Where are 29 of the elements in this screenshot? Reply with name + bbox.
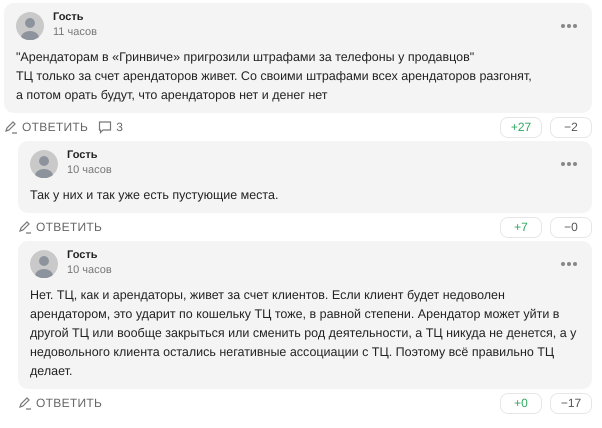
- replies-count[interactable]: 3: [98, 120, 123, 134]
- upvote-button[interactable]: +0: [500, 392, 542, 414]
- avatar-icon: [30, 250, 58, 278]
- author-name: Гость: [67, 249, 99, 261]
- comment-time: 10 часов: [67, 264, 113, 276]
- more-icon[interactable]: [560, 23, 578, 29]
- comment-text: Так у них и так уже есть пустующие места.: [30, 187, 280, 204]
- author-name: Гость: [53, 11, 85, 23]
- reply-button[interactable]: ОТВЕТИТЬ: [4, 120, 88, 134]
- upvote-button[interactable]: +27: [500, 116, 542, 138]
- avatar-icon: [30, 150, 58, 178]
- upvote-button[interactable]: +7: [500, 216, 542, 238]
- downvote-button[interactable]: −17: [550, 392, 592, 414]
- downvote-button[interactable]: −2: [550, 116, 592, 138]
- comment-text: Нет. ТЦ, как и арендаторы, живет за счет клиентов. Если клиент будет недоволен арендатором, это ударит по кошельку ТЦ тоже, в равной степени. Арендатор может уйти в другой ТЦ или вообще закрыться или сменить род деятельности, а ТЦ никуда не денется, а у недовольного клиента остались негативные ассоциации с ТЦ. Поэтому всё правильно ТЦ делает.: [30, 287, 578, 380]
- author-name: Гость: [67, 149, 99, 161]
- downvote-button[interactable]: −0: [550, 216, 592, 238]
- comment-icon: [98, 120, 112, 134]
- comment-time: 11 часов: [53, 26, 98, 38]
- comment-time: 10 часов: [67, 164, 113, 176]
- pencil-icon: [4, 120, 18, 134]
- comment-text: "Арендаторам в «Гринвиче» пригрозили штрафами за телефоны у продавцов" ТЦ только за счет арендаторов живет. Со своими штрафами всех арендаторов разгонят, а потом орать будут, что арендаторов нет и денег нет: [16, 49, 533, 104]
- pencil-icon: [18, 396, 32, 410]
- avatar-icon: [16, 12, 44, 40]
- pencil-icon: [18, 220, 32, 234]
- reply-button[interactable]: ОТВЕТИТЬ: [18, 396, 102, 410]
- more-icon[interactable]: [560, 261, 578, 267]
- reply-button[interactable]: ОТВЕТИТЬ: [18, 220, 102, 234]
- more-icon[interactable]: [560, 161, 578, 167]
